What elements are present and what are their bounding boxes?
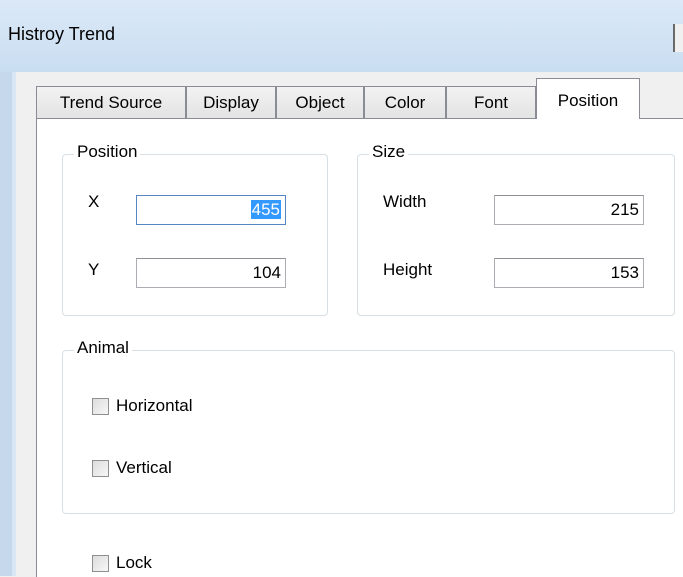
lock-checkbox[interactable] [92,555,109,572]
x-value: 455 [250,200,281,219]
tab-font[interactable]: Font [446,86,536,118]
window-frame-left [0,72,12,576]
height-label: Height [383,260,433,279]
height-input[interactable]: 153 [494,258,644,288]
y-label: Y [88,260,100,279]
width-input[interactable]: 215 [494,195,644,225]
vertical-label[interactable]: Vertical [116,458,172,478]
horizontal-checkbox[interactable] [92,398,109,415]
animal-group-legend: Animal [74,338,132,358]
window-title: Histroy Trend [8,24,116,44]
animal-group [62,350,675,514]
tab-position[interactable]: Position [536,78,640,119]
size-group [357,154,675,316]
tab-trend-source[interactable]: Trend Source [36,86,186,118]
x-label: X [88,192,100,211]
y-input[interactable]: 104 [136,258,286,288]
tab-display[interactable]: Display [186,86,276,118]
x-input[interactable]: 455 [136,195,286,225]
title-bar: Histroy Trend [0,0,683,72]
horizontal-label[interactable]: Horizontal [116,396,193,416]
position-group-legend: Position [74,142,141,162]
size-group-legend: Size [369,142,409,162]
width-label: Width [383,192,427,211]
vertical-checkbox[interactable] [92,460,109,477]
tab-object[interactable]: Object [276,86,364,118]
title-bar-edge [673,24,683,52]
lock-label[interactable]: Lock [116,553,152,573]
tab-color[interactable]: Color [364,86,446,118]
position-group [62,154,328,316]
